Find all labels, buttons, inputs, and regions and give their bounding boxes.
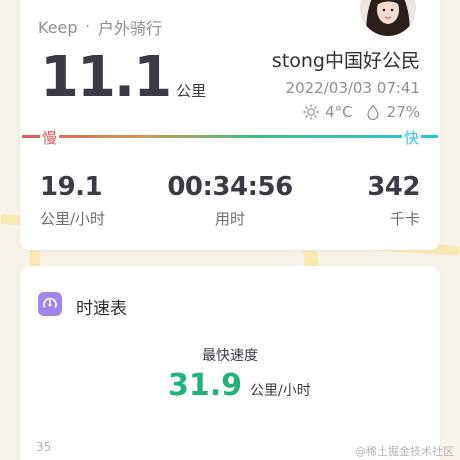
weather: 4°C 27% [200, 103, 420, 121]
activity-datetime: 2022/03/03 07:41 [285, 79, 420, 97]
sun-icon [303, 104, 319, 120]
speed-slow-label: 慢 [40, 127, 60, 148]
distance-value: 11.1 [40, 45, 172, 110]
chart-axis-tick: 35 [36, 440, 52, 454]
fastest-speed-unit: 公里/小时 [250, 383, 311, 399]
brand-line: Keep · 户外骑行 [38, 15, 162, 39]
speedometer-icon [38, 292, 62, 316]
watermark: @稀土掘金技术社区 [355, 445, 454, 458]
humidity-drop-icon [367, 104, 379, 120]
stat-value: 00:34:56 [167, 172, 293, 202]
activity-type: 户外骑行 [98, 19, 163, 38]
speed-fast-label: 快 [402, 127, 422, 148]
fastest-speed-value: 31.9 [168, 368, 243, 403]
stat-label: 公里/小时 [40, 210, 106, 228]
fastest-speed-label: 最快速度 [202, 348, 258, 364]
brand-separator: · [85, 19, 90, 35]
stat-label: 千卡 [389, 210, 420, 228]
stat-value: 19.1 [40, 172, 103, 202]
stat-duration: 00:34:56 用时 [160, 172, 300, 229]
fastest-speed: 31.9 公里/小时 [168, 368, 311, 403]
stat-avg-speed: 19.1 公里/小时 [40, 172, 105, 229]
speed-gradient-bar [22, 135, 438, 138]
temperature: 4°C [325, 103, 353, 121]
stat-value: 342 [367, 172, 420, 202]
speedometer-title: 时速表 [76, 299, 127, 319]
distance-readout: 11.1 公里 [40, 50, 206, 106]
stat-label: 用时 [214, 210, 245, 228]
humidity: 27% [386, 103, 420, 121]
username: stong中国好公民 [271, 50, 420, 72]
brand-name: Keep [38, 17, 78, 37]
user-info: stong中国好公民 2022/03/03 07:41 4°C 27% [200, 46, 420, 121]
stat-calories: 342 千卡 [367, 172, 420, 229]
